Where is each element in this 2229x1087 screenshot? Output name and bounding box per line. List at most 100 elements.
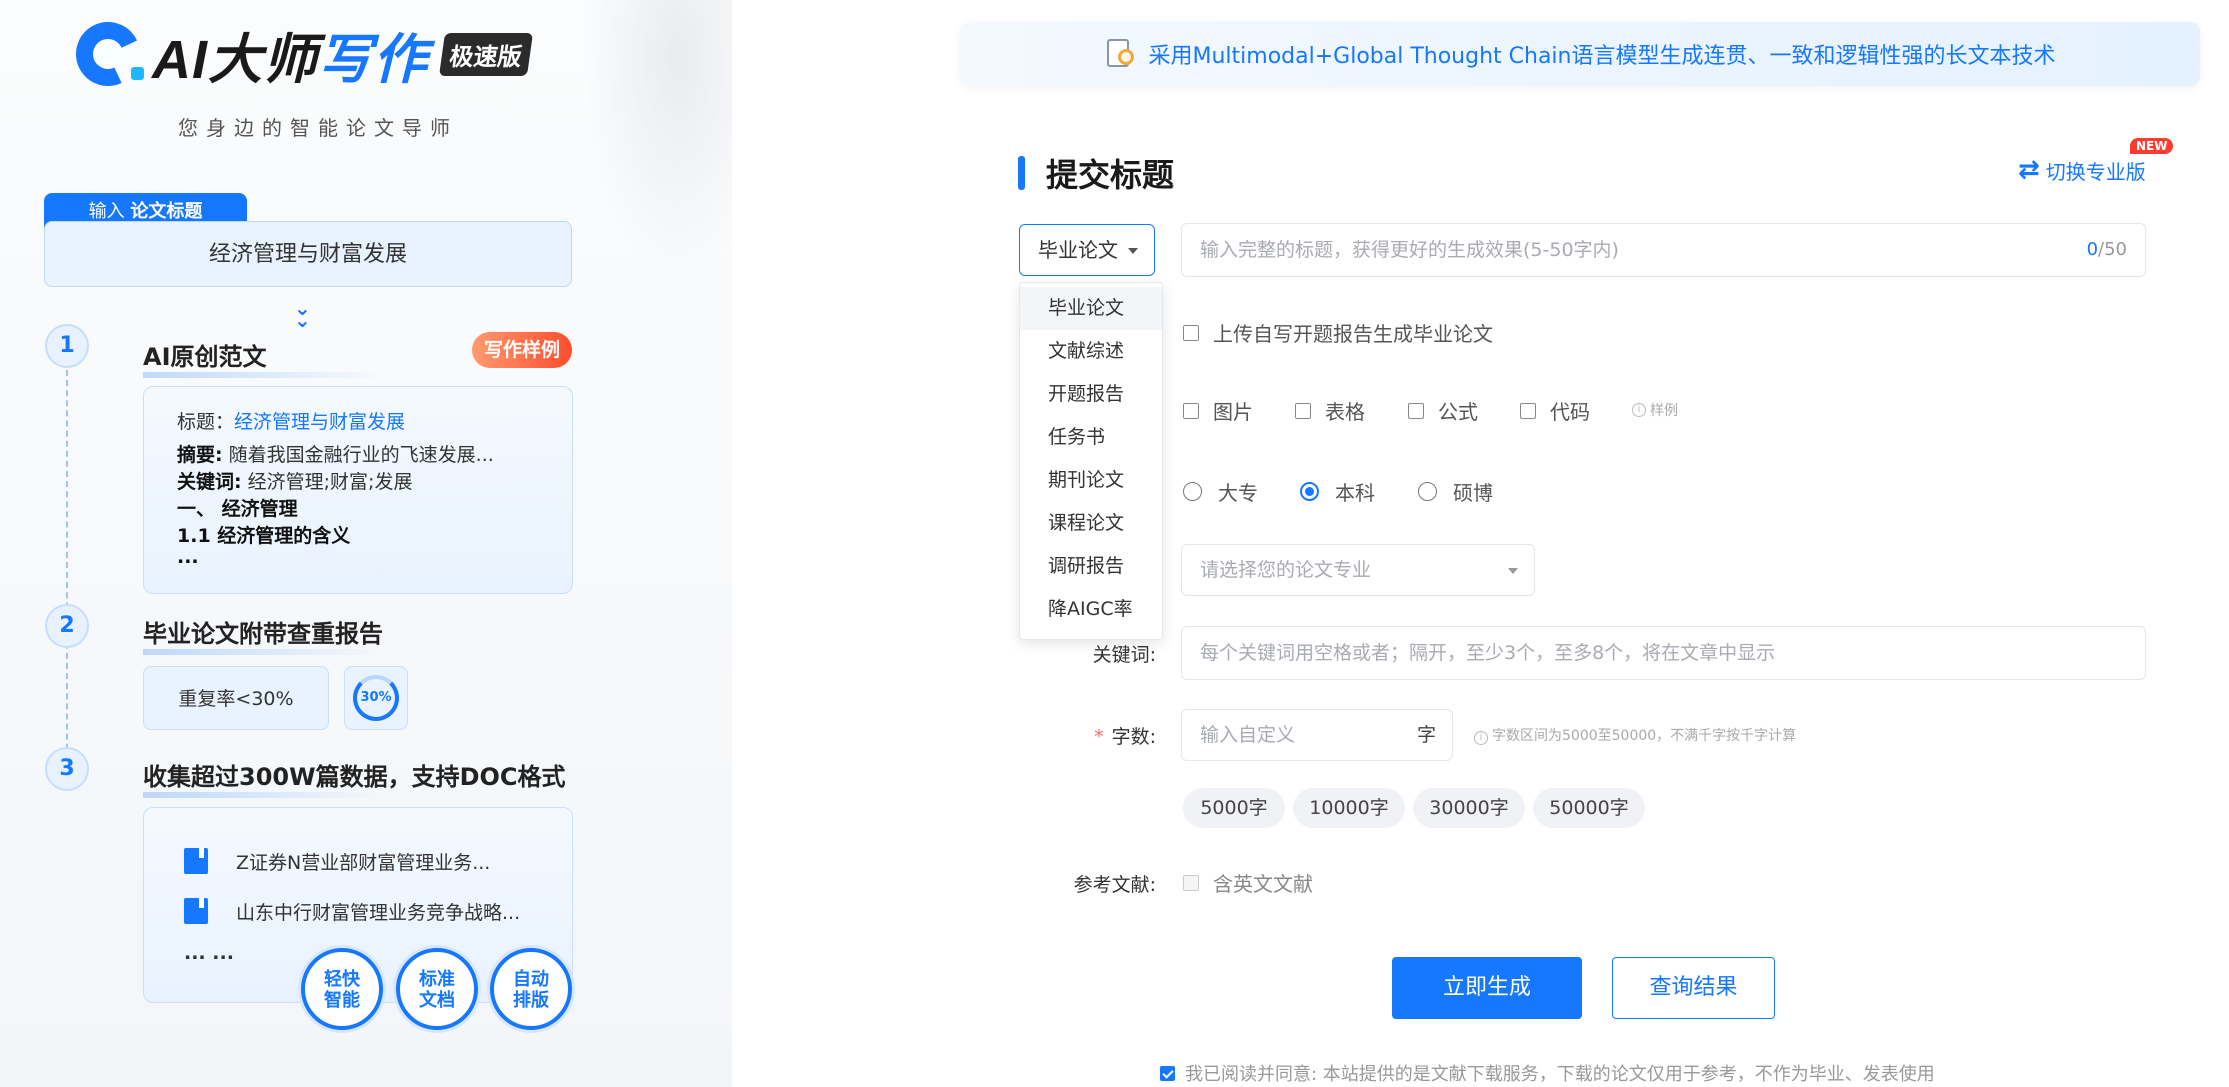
- logo-badge: 极速版: [438, 32, 534, 76]
- info-icon: i: [1632, 403, 1646, 417]
- radio-circle[interactable]: [1183, 482, 1202, 501]
- wordcount-chip-50000[interactable]: 50000字: [1533, 788, 1645, 828]
- duplicate-rate-ring-box: 30%: [344, 666, 408, 730]
- card-keyword-label: 关键词:: [177, 471, 242, 493]
- sample-paper-card: 标题：经济管理与财富发展 摘要: 随着我国金融行业的飞速发展... 关键词: 经…: [143, 386, 573, 594]
- feature-badge-standard-doc: 标准 文档: [396, 948, 478, 1030]
- wordcount-input[interactable]: 输入自定义 字: [1181, 709, 1453, 761]
- query-result-button[interactable]: 查询结果: [1612, 957, 1775, 1019]
- checkbox-box[interactable]: [1408, 402, 1424, 419]
- banner-text: 采用Multimodal+Global Thought Chain语言模型生成连…: [1148, 44, 2056, 69]
- extra-label: 表格: [1325, 400, 1365, 424]
- level-radio-shuobo[interactable]: 硕博: [1418, 477, 1493, 506]
- extra-formula-checkbox[interactable]: 公式: [1408, 396, 1478, 425]
- agreement-text: 我已阅读并同意: 本站提供的是文献下载服务，下载的论文仅用于参考，不作为毕业、发…: [1185, 1064, 1935, 1085]
- card-title-value: 经济管理与财富发展: [234, 411, 406, 433]
- checkbox-box[interactable]: [1520, 402, 1536, 419]
- logo-mark-icon: [66, 12, 150, 96]
- dropdown-option[interactable]: 调研报告: [1020, 545, 1162, 588]
- level-label: 本科: [1335, 481, 1375, 505]
- card-title-line: 标题：经济管理与财富发展: [177, 409, 539, 436]
- duplicate-rate-box: 重复率<30%: [143, 666, 329, 730]
- swap-arrows-icon: ⇄: [2018, 155, 2040, 185]
- title-input-placeholder: 输入完整的标题，获得更好的生成效果(5-50字内): [1200, 239, 1619, 261]
- paper-type-value: 毕业论文: [1038, 238, 1118, 262]
- reference-label: 参考文献:: [1073, 874, 1156, 896]
- wordcount-chip-5000[interactable]: 5000字: [1183, 788, 1285, 828]
- keyword-placeholder: 每个关键词用空格或者；隔开，至少3个，至多8个，将在文章中显示: [1200, 642, 1776, 664]
- keyword-input[interactable]: 每个关键词用空格或者；隔开，至少3个，至多8个，将在文章中显示: [1181, 626, 2146, 680]
- wordcount-placeholder: 输入自定义: [1200, 724, 1296, 746]
- wordcount-chip-10000[interactable]: 10000字: [1293, 788, 1405, 828]
- level-label: 硕博: [1453, 481, 1493, 505]
- card-keyword-value: 经济管理;财富;发展: [241, 471, 413, 493]
- card-abstract-label: 摘要:: [177, 444, 223, 466]
- reference-option-label: 含英文文献: [1213, 872, 1313, 896]
- dropdown-option[interactable]: 文献综述: [1020, 330, 1162, 373]
- level-label: 大专: [1218, 481, 1258, 505]
- extra-label: 公式: [1438, 400, 1478, 424]
- document-icon: [184, 848, 208, 874]
- card-heading-2: 1.1 经济管理的含义: [177, 525, 351, 547]
- checkbox-box[interactable]: [1295, 402, 1311, 419]
- step-title-2: 毕业论文附带查重报告: [143, 614, 383, 655]
- upload-proposal-checkbox[interactable]: 上传自写开题报告生成毕业论文: [1183, 318, 1493, 347]
- section-title: 提交标题: [1046, 156, 1175, 194]
- wordcount-unit: 字: [1416, 724, 1436, 746]
- level-radio-dazhuan[interactable]: 大专: [1183, 477, 1258, 506]
- caret-down-icon: [1508, 568, 1518, 574]
- extra-label: 图片: [1213, 400, 1253, 424]
- extra-image-checkbox[interactable]: 图片: [1183, 396, 1253, 425]
- checkbox-box[interactable]: [1183, 402, 1199, 419]
- info-icon: i: [1474, 731, 1488, 745]
- step-title-3: 收集超过300W篇数据，支持DOC格式: [143, 757, 566, 798]
- title-char-count: 0/50: [2086, 239, 2127, 260]
- dropdown-option[interactable]: 降AIGC率: [1020, 588, 1162, 631]
- wordcount-hint-text: 字数区间为5000至50000，不满千字按千字计算: [1492, 728, 1797, 744]
- checkbox-box[interactable]: [1183, 324, 1199, 341]
- extra-table-checkbox[interactable]: 表格: [1295, 396, 1365, 425]
- document-icon: [184, 898, 208, 924]
- feature-banner: 采用Multimodal+Global Thought Chain语言模型生成连…: [960, 22, 2200, 86]
- dropdown-option[interactable]: 开题报告: [1020, 373, 1162, 416]
- example-title-box: 经济管理与财富发展: [44, 221, 572, 287]
- dropdown-option[interactable]: 课程论文: [1020, 502, 1162, 545]
- wordcount-label-text: 字数:: [1111, 726, 1156, 748]
- left-promo-panel: AI大师写作 极速版 您身边的智能论文导师 输入 论文标题 经济管理与财富发展 …: [0, 0, 732, 1087]
- switch-pro-button[interactable]: ⇄ 切换专业版: [2018, 155, 2146, 185]
- wordcount-chip-30000[interactable]: 30000字: [1413, 788, 1525, 828]
- paper-type-select[interactable]: 毕业论文: [1019, 224, 1155, 276]
- input-tab-strong: 论文标题: [130, 201, 203, 222]
- sample-badge[interactable]: 写作样例: [472, 332, 572, 368]
- wordcount-hint: i 字数区间为5000至50000，不满千字按千字计算: [1474, 725, 1796, 745]
- step-connector: [66, 370, 68, 770]
- logo-text-xiezuo: 写作: [318, 29, 428, 90]
- dropdown-option[interactable]: 任务书: [1020, 416, 1162, 459]
- section-accent-bar: [1018, 156, 1025, 190]
- card-heading-1: 一、 经济管理: [177, 498, 298, 520]
- radio-circle[interactable]: [1418, 482, 1437, 501]
- keyword-label: 关键词:: [1092, 644, 1156, 666]
- extras-sample-hint[interactable]: i 样例: [1632, 400, 1678, 420]
- checkbox-box-checked[interactable]: [1160, 1065, 1175, 1081]
- logo-text: AI大师写作: [152, 15, 428, 94]
- sample-hint-text: 样例: [1650, 403, 1678, 419]
- dropdown-option[interactable]: 毕业论文: [1020, 287, 1162, 330]
- level-radio-benke[interactable]: 本科: [1300, 477, 1375, 506]
- generate-button[interactable]: 立即生成: [1392, 957, 1582, 1019]
- title-input[interactable]: 输入完整的标题，获得更好的生成效果(5-50字内) 0/50: [1181, 223, 2146, 277]
- step-number-1: 1: [45, 324, 89, 368]
- upload-proposal-label: 上传自写开题报告生成毕业论文: [1213, 322, 1493, 346]
- doc-item: Z证券N营业部财富管理业务...: [184, 836, 532, 886]
- radio-circle-selected[interactable]: [1300, 482, 1319, 501]
- agreement-checkbox[interactable]: 我已阅读并同意: 本站提供的是文献下载服务，下载的论文仅用于参考，不作为毕业、发…: [1160, 1060, 1935, 1086]
- major-select[interactable]: 请选择您的论文专业: [1181, 544, 1535, 596]
- reference-english-checkbox[interactable]: 含英文文献: [1183, 868, 1313, 897]
- input-tab-prefix: 输入: [88, 201, 125, 222]
- card-more: ...: [177, 546, 199, 568]
- extra-code-checkbox[interactable]: 代码: [1520, 396, 1590, 425]
- step-number-3: 3: [45, 747, 89, 791]
- dropdown-option[interactable]: 期刊论文: [1020, 459, 1162, 502]
- doc-item-title: Z证券N营业部财富管理业务...: [236, 851, 491, 874]
- checkbox-box-disabled[interactable]: [1183, 874, 1199, 891]
